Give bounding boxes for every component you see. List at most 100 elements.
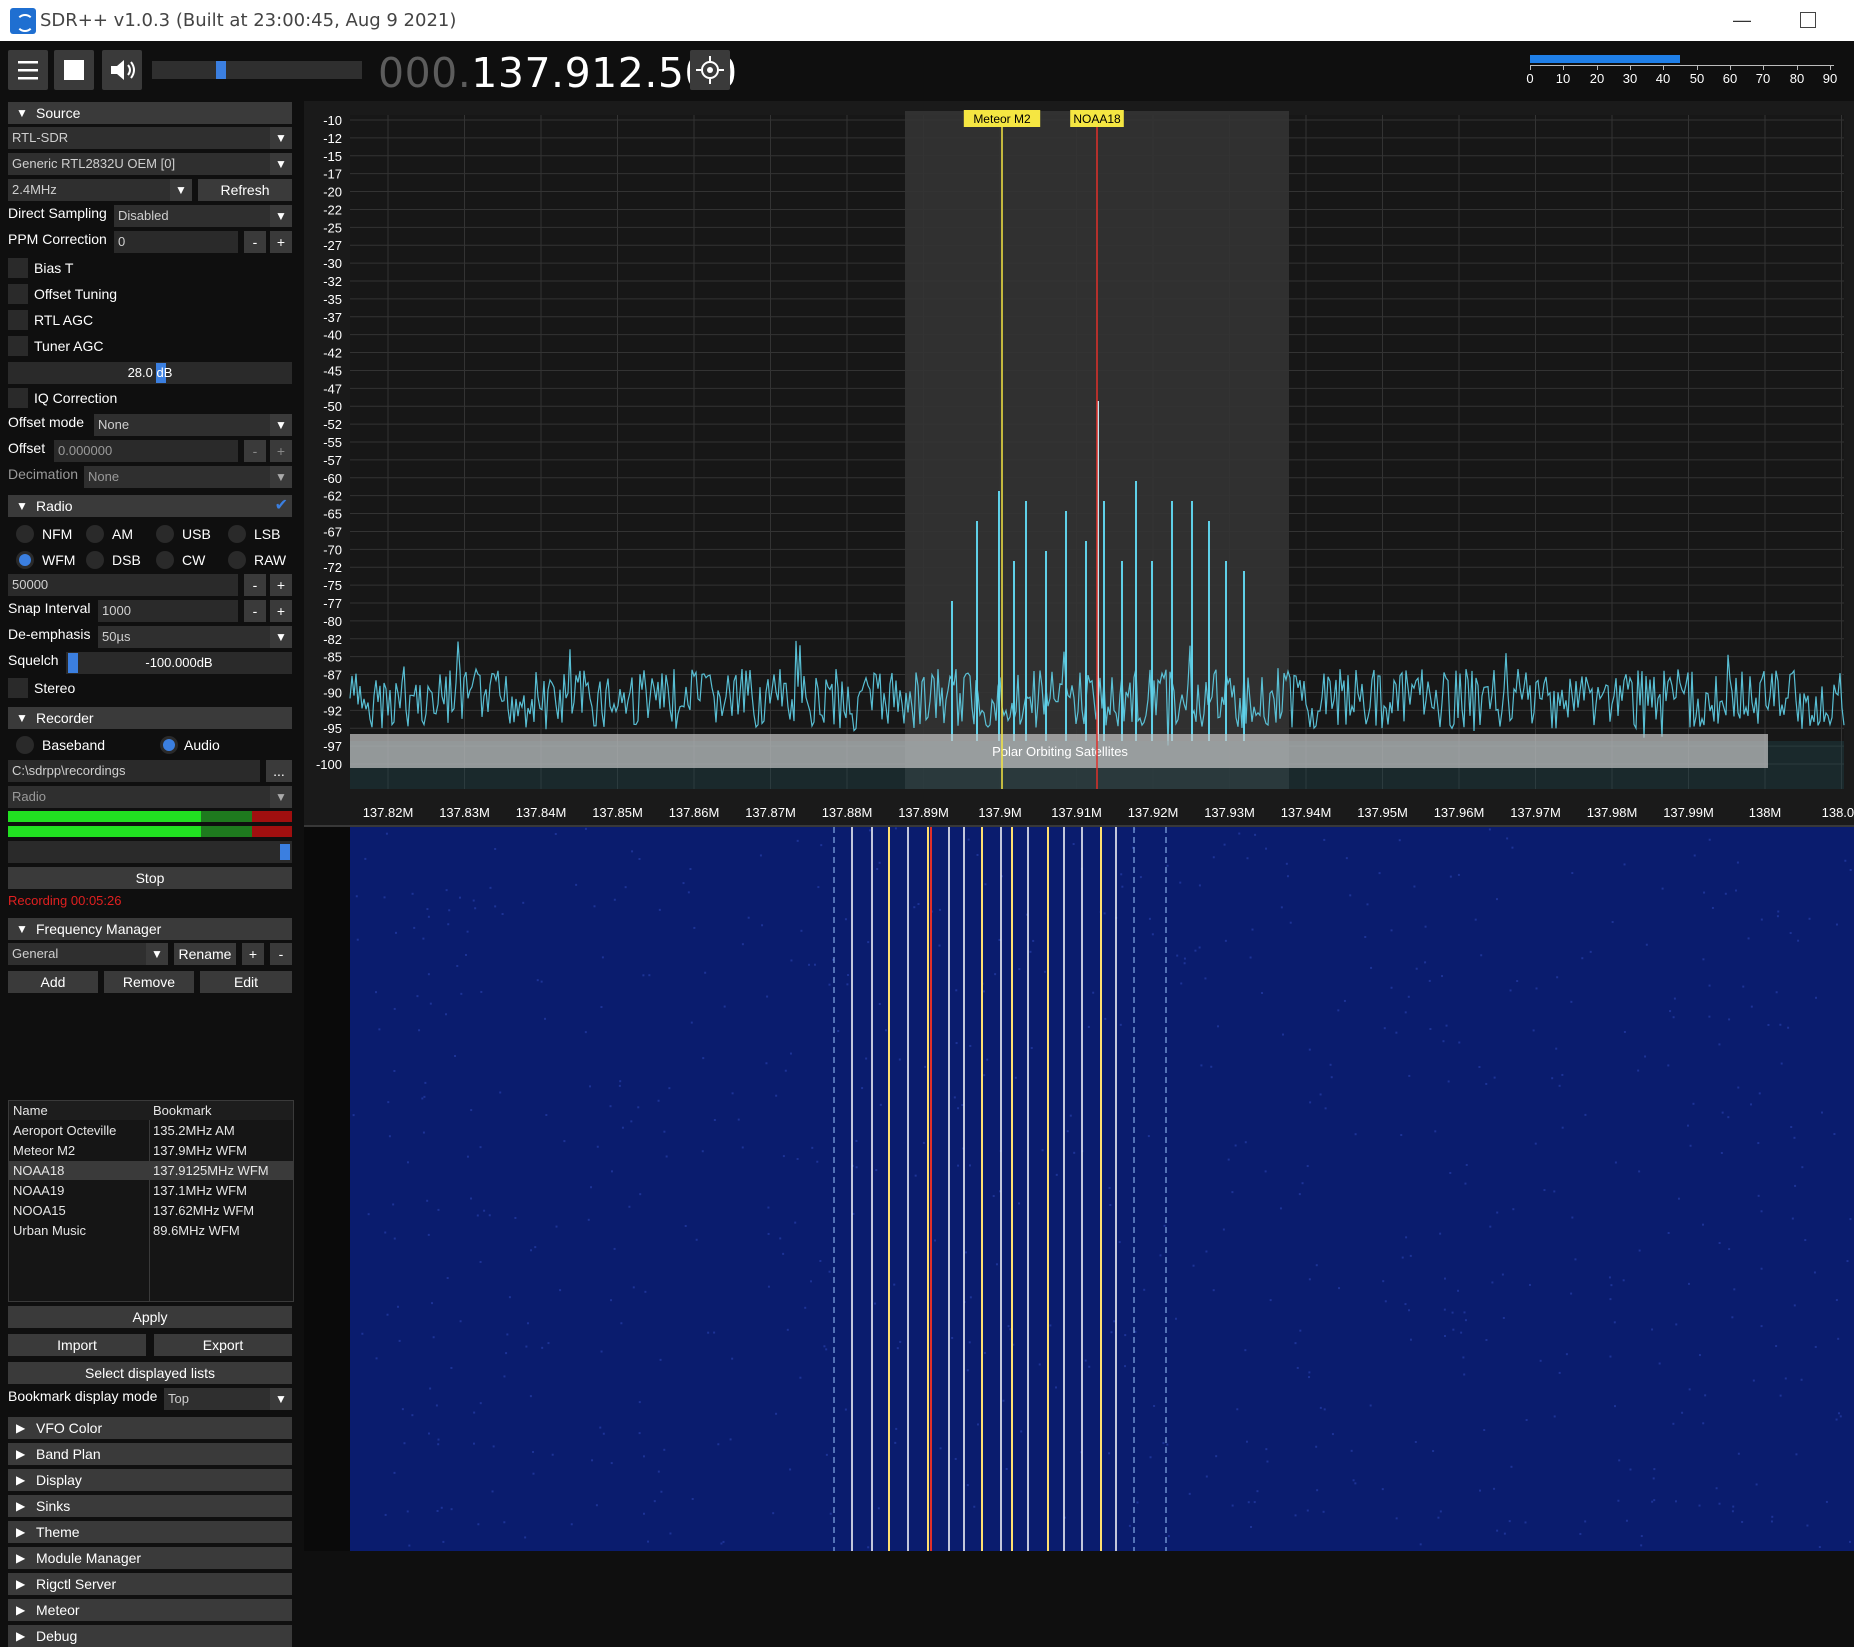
section-module-manager[interactable]: ▶ Module Manager: [8, 1547, 292, 1569]
stop-play-button[interactable]: [54, 50, 94, 90]
section-sinks[interactable]: ▶ Sinks: [8, 1495, 292, 1517]
mode-radio-nfm[interactable]: [16, 525, 34, 543]
edit-bookmark-button[interactable]: Edit: [200, 971, 292, 993]
bandwidth-minus-button[interactable]: -: [244, 574, 266, 596]
add-bookmark-button[interactable]: Add: [8, 971, 98, 993]
source-header[interactable]: ▼ Source: [8, 102, 292, 124]
apply-button[interactable]: Apply: [8, 1306, 292, 1328]
samplerate-select[interactable]: 2.4MHz ▼: [8, 179, 192, 201]
offset-plus-button[interactable]: +: [270, 440, 292, 462]
ppm-input[interactable]: 0: [114, 231, 238, 253]
device-select[interactable]: Generic RTL2832U OEM [0] ▼: [8, 153, 292, 175]
volume-slider[interactable]: [152, 61, 362, 79]
section-vfo-color[interactable]: ▶ VFO Color: [8, 1417, 292, 1439]
center-tuning-button[interactable]: [690, 50, 730, 90]
direct-sampling-select[interactable]: Disabled ▼: [114, 205, 292, 227]
section-band-plan[interactable]: ▶ Band Plan: [8, 1443, 292, 1465]
section-meteor[interactable]: ▶ Meteor: [8, 1599, 292, 1621]
waterfall-view[interactable]: [304, 827, 1854, 1551]
column-name-header[interactable]: Name: [13, 1101, 48, 1120]
spectrum-plot[interactable]: -10 -12 -15 -17 -20 -22 -25 -27 -30 -32 -35 -37 -40 -…: [304, 101, 1854, 827]
radio-header[interactable]: ▼ Radio ✔: [8, 495, 292, 517]
recording-path-input[interactable]: C:\sdrpp\recordings: [8, 760, 260, 782]
bookmark-row[interactable]: NOAA18 137.9125MHz WFM: [9, 1161, 293, 1180]
remove-bookmark-button[interactable]: Remove: [104, 971, 194, 993]
frequency-display[interactable]: 000.137.912.500: [378, 49, 738, 97]
rename-list-button[interactable]: Rename: [174, 943, 236, 965]
mode-radio-cw[interactable]: [156, 551, 174, 569]
gain-slider[interactable]: 28.0 dB: [8, 362, 292, 384]
offset-input[interactable]: 0.000000: [54, 440, 238, 462]
volume-slider-knob[interactable]: [216, 61, 226, 79]
bandwidth-plus-button[interactable]: +: [270, 574, 292, 596]
column-bookmark-header[interactable]: Bookmark: [153, 1101, 212, 1120]
offset-mode-select[interactable]: None ▼: [94, 414, 292, 436]
waterfall-plot[interactable]: [304, 827, 1854, 1551]
bookmark-frequency: 137.62MHz WFM: [153, 1203, 255, 1218]
audio-radio[interactable]: [160, 736, 178, 754]
source-type-select[interactable]: RTL-SDR ▼: [8, 127, 292, 149]
section-debug[interactable]: ▶ Debug: [8, 1625, 292, 1647]
bookmark-list-select[interactable]: General ▼: [8, 943, 168, 965]
ppm-minus-button[interactable]: -: [244, 231, 266, 253]
section-rigctl-server[interactable]: ▶ Rigctl Server: [8, 1573, 292, 1595]
ppm-plus-button[interactable]: +: [270, 231, 292, 253]
menu-button[interactable]: [8, 50, 48, 90]
mode-radio-dsb[interactable]: [86, 551, 104, 569]
deemphasis-select[interactable]: 50µs ▼: [98, 626, 292, 648]
mode-radio-am[interactable]: [86, 525, 104, 543]
offset-minus-button[interactable]: -: [244, 440, 266, 462]
decimation-select[interactable]: None ▼: [84, 466, 292, 488]
frequency-manager-header[interactable]: ▼ Frequency Manager: [8, 918, 292, 940]
bookmark-row[interactable]: NOAA19 137.1MHz WFM: [9, 1181, 293, 1200]
import-button[interactable]: Import: [8, 1334, 146, 1356]
browse-button[interactable]: ...: [266, 760, 292, 782]
bookmark-row[interactable]: Aeroport Octeville 135.2MHz AM: [9, 1121, 293, 1140]
snap-minus-button[interactable]: -: [244, 600, 266, 622]
export-button[interactable]: Export: [154, 1334, 292, 1356]
stereo-checkbox[interactable]: [8, 678, 28, 698]
record-stop-button[interactable]: Stop: [8, 867, 292, 889]
section-theme[interactable]: ▶ Theme: [8, 1521, 292, 1543]
add-list-button[interactable]: +: [242, 943, 264, 965]
squelch-slider[interactable]: -100.000dB: [66, 652, 292, 674]
bookmark-row[interactable]: NOOA15 137.62MHz WFM: [9, 1201, 293, 1220]
waterfall-noise: [522, 901, 525, 904]
select-displayed-lists-button[interactable]: Select displayed lists: [8, 1362, 292, 1384]
waterfall-noise: [994, 973, 997, 976]
checkmark-icon[interactable]: ✔: [275, 495, 288, 517]
tuner-agc-checkbox[interactable]: [8, 336, 28, 356]
mode-radio-raw[interactable]: [228, 551, 246, 569]
waterfall-noise: [1806, 1524, 1809, 1527]
refresh-button[interactable]: Refresh: [198, 179, 292, 201]
mode-radio-usb[interactable]: [156, 525, 174, 543]
waterfall-noise: [825, 1348, 828, 1351]
offset-tuning-checkbox[interactable]: [8, 284, 28, 304]
iq-correction-checkbox[interactable]: [8, 388, 28, 408]
snap-plus-button[interactable]: +: [270, 600, 292, 622]
waterfall-noise: [1617, 1499, 1620, 1502]
mute-button[interactable]: [102, 50, 142, 90]
waterfall-noise: [355, 895, 358, 898]
record-volume-knob[interactable]: [280, 844, 290, 860]
mode-radio-lsb[interactable]: [228, 525, 246, 543]
spectrum-view[interactable]: -10 -12 -15 -17 -20 -22 -25 -27 -30 -32 -35 -37 -40 -…: [304, 101, 1854, 827]
bookmark-row[interactable]: Meteor M2 137.9MHz WFM: [9, 1141, 293, 1160]
mode-radio-wfm[interactable]: [16, 551, 34, 569]
waterfall-noise: [1581, 957, 1584, 960]
stream-select[interactable]: Radio ▼: [8, 786, 292, 808]
section-display[interactable]: ▶ Display: [8, 1469, 292, 1491]
bandwidth-input[interactable]: 50000: [8, 574, 238, 596]
bias-t-checkbox[interactable]: [8, 258, 28, 278]
rtl-agc-checkbox[interactable]: [8, 310, 28, 330]
recorder-header[interactable]: ▼ Recorder: [8, 707, 292, 729]
minimize-button[interactable]: —: [1730, 8, 1754, 32]
record-volume-slider[interactable]: [8, 841, 292, 863]
snap-interval-input[interactable]: 1000: [98, 600, 238, 622]
bookmark-row[interactable]: Urban Music 89.6MHz WFM: [9, 1221, 293, 1240]
maximize-button[interactable]: [1800, 12, 1816, 28]
baseband-radio[interactable]: [16, 736, 34, 754]
delete-list-button[interactable]: -: [270, 943, 292, 965]
bookmark-display-mode-select[interactable]: Top ▼: [164, 1388, 292, 1410]
waterfall-noise: [483, 1209, 486, 1212]
